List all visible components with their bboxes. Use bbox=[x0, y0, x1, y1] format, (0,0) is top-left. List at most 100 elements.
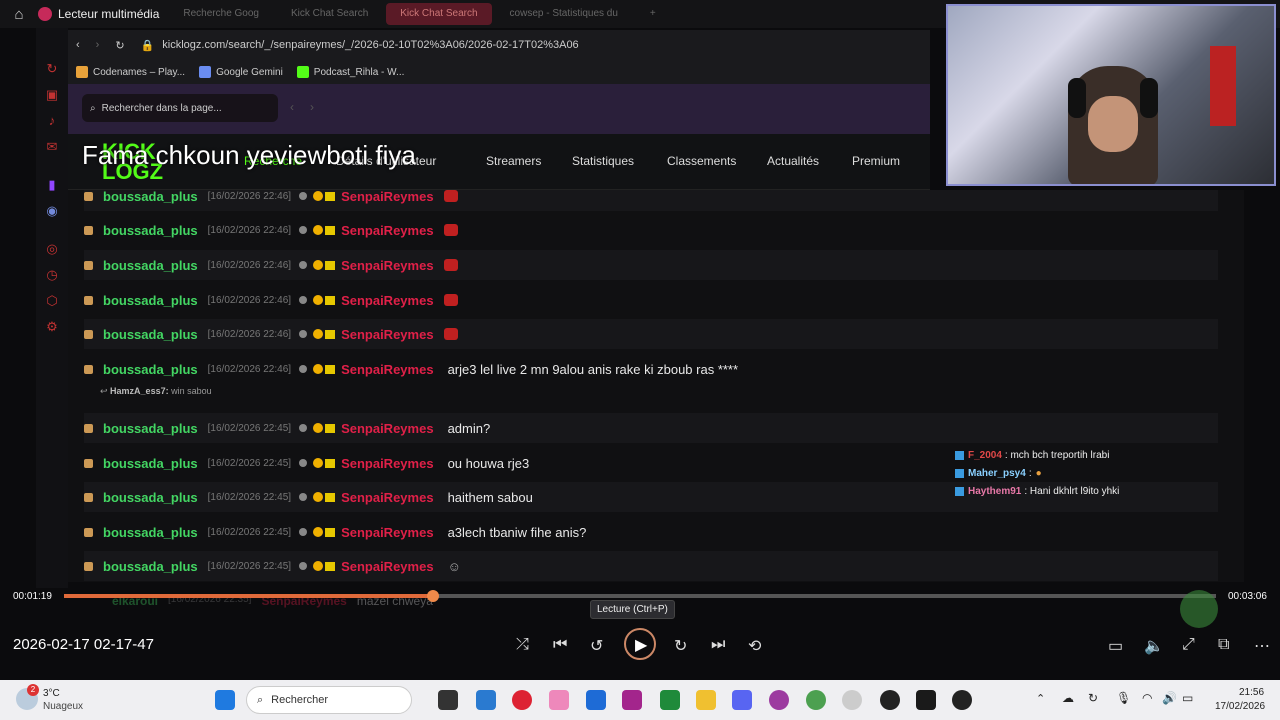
more-icon[interactable]: ⋯ bbox=[1254, 636, 1270, 656]
opera-grey-icon[interactable] bbox=[842, 690, 862, 710]
seek-handle[interactable] bbox=[426, 590, 439, 602]
info-icon[interactable] bbox=[299, 562, 308, 570]
instagram-icon[interactable] bbox=[622, 690, 642, 710]
opera-gx-icon[interactable] bbox=[769, 690, 789, 710]
media-player-icon[interactable] bbox=[952, 690, 972, 710]
chat-streamer[interactable]: SenpaiReymes bbox=[341, 421, 434, 436]
fullscreen-icon[interactable]: ⤢ bbox=[1182, 636, 1195, 654]
bookmark-item[interactable]: Codenames – Play... bbox=[76, 66, 185, 78]
previous-icon[interactable]: ⏮ bbox=[553, 636, 567, 654]
chat-streamer[interactable]: SenpaiReymes bbox=[341, 559, 434, 574]
chat-username[interactable]: boussada_plus bbox=[103, 293, 198, 308]
music-icon[interactable]: ♪ bbox=[43, 112, 61, 130]
chat-streamer[interactable]: SenpaiReymes bbox=[341, 223, 434, 238]
back-icon[interactable]: ‹ bbox=[76, 39, 80, 51]
calendar-icon[interactable] bbox=[586, 690, 606, 710]
chat-streamer[interactable]: SenpaiReymes bbox=[341, 293, 434, 308]
windows-start-icon[interactable] bbox=[215, 690, 235, 710]
clock-date[interactable]: 17/02/2026 bbox=[1215, 701, 1265, 712]
info-icon[interactable] bbox=[299, 192, 308, 200]
chat-streamer[interactable]: SenpaiReymes bbox=[341, 327, 434, 342]
info-icon[interactable] bbox=[299, 365, 308, 373]
chat-username[interactable]: boussada_plus bbox=[103, 490, 198, 505]
rewind-10-icon[interactable]: ↺ bbox=[590, 636, 603, 656]
wifi-icon[interactable]: ◠ bbox=[1142, 691, 1152, 705]
nav-streamers[interactable]: Streamers bbox=[486, 154, 541, 168]
url-field[interactable]: kicklogz.com/search/_/senpaireymes/_/202… bbox=[162, 39, 578, 51]
chat-streamer[interactable]: SenpaiReymes bbox=[341, 190, 434, 204]
chat-streamer[interactable]: SenpaiReymes bbox=[341, 456, 434, 471]
excel-icon[interactable] bbox=[660, 690, 680, 710]
find-input[interactable]: ⌕ Rechercher dans la page... bbox=[82, 94, 278, 122]
info-icon[interactable] bbox=[299, 261, 308, 269]
chat-streamer[interactable]: SenpaiReymes bbox=[341, 490, 434, 505]
taskbar-search[interactable]: ⌕ Rechercher bbox=[246, 686, 412, 714]
clock-icon[interactable]: ◷ bbox=[43, 266, 61, 284]
mic-icon[interactable]: 🎙 bbox=[1116, 691, 1131, 705]
nav-actualites[interactable]: Actualités bbox=[767, 154, 819, 168]
reload-icon[interactable]: ↻ bbox=[115, 39, 124, 52]
reply-user[interactable]: HamzA_ess7: bbox=[110, 386, 169, 396]
info-icon[interactable] bbox=[299, 493, 308, 501]
home-icon[interactable]: ⌂ bbox=[0, 6, 38, 23]
clock-time[interactable]: 21:56 bbox=[1239, 687, 1264, 698]
info-icon[interactable] bbox=[299, 459, 308, 467]
chat-username[interactable]: boussada_plus bbox=[103, 190, 198, 204]
nav-classements[interactable]: Classements bbox=[667, 154, 736, 168]
chevron-up-icon[interactable]: ⌃ bbox=[1036, 692, 1045, 705]
volume-icon[interactable]: 🔈 bbox=[1144, 636, 1164, 656]
chat-username[interactable]: boussada_plus bbox=[103, 223, 198, 238]
share-button[interactable] bbox=[1180, 590, 1218, 628]
forward-30-icon[interactable]: ↻ bbox=[674, 636, 687, 656]
browser-tab[interactable]: Recherche Goog bbox=[169, 3, 273, 25]
opera-icon[interactable] bbox=[512, 690, 532, 710]
new-tab-icon[interactable]: + bbox=[636, 3, 670, 25]
battery-icon[interactable]: ▭ bbox=[1182, 691, 1193, 705]
discord-icon[interactable]: ◉ bbox=[43, 202, 61, 220]
find-next-icon[interactable]: › bbox=[310, 100, 314, 114]
folder-icon[interactable] bbox=[696, 690, 716, 710]
browser-tab[interactable]: Kick Chat Search bbox=[277, 3, 382, 25]
chat-username[interactable]: boussada_plus bbox=[103, 327, 198, 342]
chat-username[interactable]: boussada_plus bbox=[103, 421, 198, 436]
refresh-icon[interactable]: ↻ bbox=[43, 60, 61, 78]
chat-username[interactable]: boussada_plus bbox=[103, 258, 198, 273]
cube-icon[interactable]: ⬡ bbox=[43, 292, 61, 310]
chat-streamer[interactable]: SenpaiReymes bbox=[341, 362, 434, 377]
miniplayer-icon[interactable]: ⧉ bbox=[1218, 636, 1229, 654]
find-prev-icon[interactable]: ‹ bbox=[290, 100, 294, 114]
chat-username[interactable]: boussada_plus bbox=[103, 456, 198, 471]
info-icon[interactable] bbox=[299, 226, 308, 234]
chat-username[interactable]: boussada_plus bbox=[103, 559, 198, 574]
twitch-icon[interactable]: ▮ bbox=[43, 176, 61, 194]
bag-icon[interactable]: ▣ bbox=[43, 86, 61, 104]
task-view-icon[interactable] bbox=[438, 690, 458, 710]
info-icon[interactable] bbox=[299, 528, 308, 536]
forward-icon[interactable]: › bbox=[96, 39, 100, 51]
obs-icon[interactable] bbox=[880, 690, 900, 710]
volume-icon[interactable]: 🔊 bbox=[1162, 691, 1177, 705]
play-button[interactable]: ▶ bbox=[624, 628, 656, 660]
chat-username[interactable]: boussada_plus bbox=[103, 362, 198, 377]
chat-streamer[interactable]: SenpaiReymes bbox=[341, 258, 434, 273]
gear-icon[interactable]: ⚙ bbox=[43, 318, 61, 336]
info-icon[interactable] bbox=[299, 296, 308, 304]
shuffle-icon[interactable]: ⤮ bbox=[516, 636, 529, 654]
info-icon[interactable] bbox=[299, 424, 308, 432]
browser-tab[interactable]: cowsep - Statistiques du bbox=[496, 3, 632, 25]
subtitles-icon[interactable]: ▭ bbox=[1108, 636, 1123, 656]
next-icon[interactable]: ⏭ bbox=[711, 636, 725, 654]
info-icon[interactable] bbox=[299, 330, 308, 338]
chat-username[interactable]: boussada_plus bbox=[103, 525, 198, 540]
opera-green-icon[interactable] bbox=[806, 690, 826, 710]
browser-tab-active[interactable]: Kick Chat Search bbox=[386, 3, 492, 25]
bookmark-item[interactable]: Google Gemini bbox=[199, 66, 283, 78]
sync-icon[interactable]: ↻ bbox=[1088, 691, 1098, 705]
record-icon[interactable]: ◎ bbox=[43, 240, 61, 258]
kick-app-icon[interactable] bbox=[916, 690, 936, 710]
bookmark-item[interactable]: Podcast_Rihla - W... bbox=[296, 66, 404, 78]
mail-icon[interactable]: ✉ bbox=[43, 138, 61, 156]
nav-premium[interactable]: Premium bbox=[852, 154, 900, 168]
cloud-icon[interactable]: ☁ bbox=[1062, 691, 1074, 705]
store-icon[interactable] bbox=[476, 690, 496, 710]
